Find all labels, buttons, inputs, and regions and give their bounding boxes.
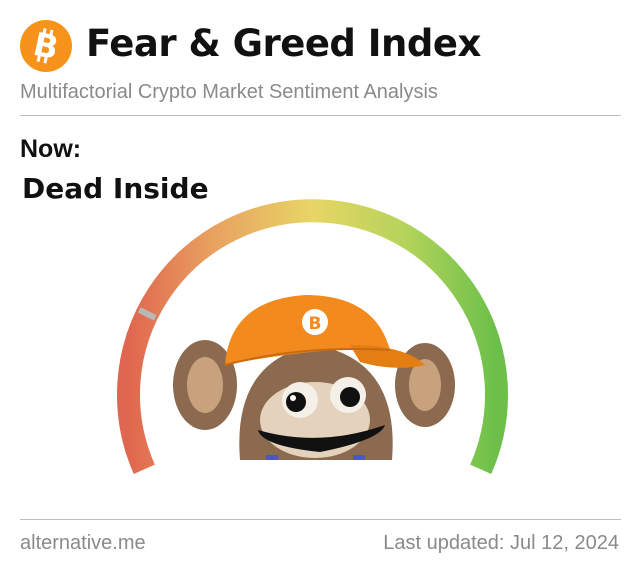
- last-updated: Last updated: Jul 12, 2024: [383, 532, 619, 554]
- sentiment-gauge: B: [117, 199, 508, 474]
- monkey-bitcoin-cap-icon: B: [173, 295, 455, 460]
- source-link[interactable]: alternative.me: [20, 532, 146, 555]
- bottom-divider: [20, 519, 621, 520]
- svg-text:B: B: [309, 314, 322, 334]
